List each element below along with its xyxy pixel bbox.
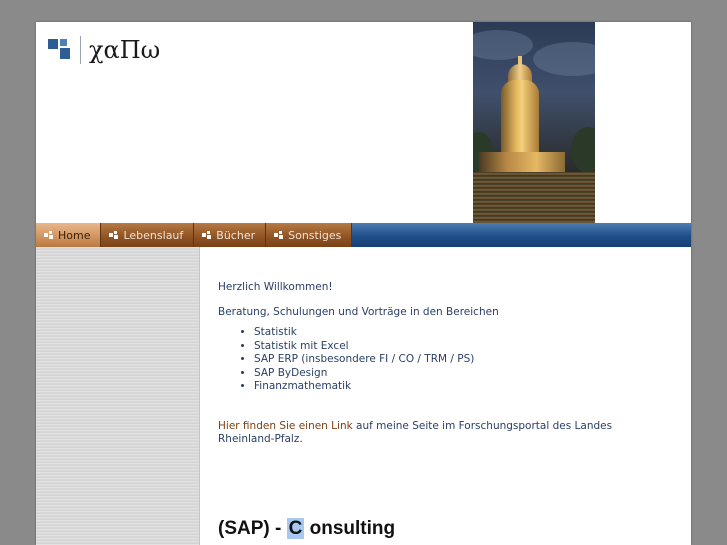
list-item: Finanzmathematik [254, 380, 668, 394]
portal-paragraph: Hier finden Sie einen Link auf meine Sei… [218, 420, 668, 446]
nav-item-label: Lebenslauf [123, 228, 184, 242]
logo-squares-icon [48, 39, 70, 61]
list-item: Statistik [254, 326, 668, 340]
nav-item-lebenslauf[interactable]: Lebenslauf [101, 223, 195, 247]
welcome-text: Herzlich Willkommen! [218, 281, 333, 293]
sidebar-divider [199, 247, 200, 545]
services-list: Statistik Statistik mit Excel SAP ERP (i… [218, 326, 668, 394]
header: χαΠω [36, 22, 691, 223]
nav-bullet-icon [202, 231, 212, 239]
main-content: Herzlich Willkommen! Beratung, Schulunge… [218, 281, 668, 446]
nav-item-label: Bücher [216, 228, 256, 242]
heading-highlight: C [286, 518, 305, 539]
heading-suffix: onsulting [304, 518, 396, 539]
nav-item-sonstiges[interactable]: Sonstiges [266, 223, 353, 247]
site-logo[interactable]: χαΠω [48, 36, 160, 64]
logo-divider [80, 36, 81, 64]
list-item: SAP ByDesign [254, 367, 668, 381]
list-item: Statistik mit Excel [254, 340, 668, 354]
section-heading: (SAP) - C onsulting [218, 518, 395, 540]
sidebar [36, 247, 199, 545]
nav-bullet-icon [44, 231, 53, 239]
nav-bullet-icon [109, 231, 119, 239]
research-portal-link[interactable]: Hier finden Sie einen Link [218, 420, 353, 432]
nav-item-home[interactable]: Home [36, 223, 102, 247]
nav-item-label: Sonstiges [288, 228, 342, 242]
logo-text: χαΠω [89, 36, 161, 64]
nav-item-label: Home [58, 228, 91, 242]
header-photo-water-tower [473, 22, 595, 223]
list-item: SAP ERP (insbesondere FI / CO / TRM / PS… [254, 353, 668, 367]
nav-bullet-icon [274, 231, 284, 239]
nav-item-buecher[interactable]: Bücher [194, 223, 267, 247]
page-container: χαΠω Home Lebenslauf Bücher Sonstiges He… [36, 22, 691, 545]
main-nav: Home Lebenslauf Bücher Sonstiges [36, 223, 691, 247]
heading-prefix: (SAP) - [218, 518, 287, 539]
intro-text: Beratung, Schulungen und Vorträge in den… [218, 306, 499, 319]
